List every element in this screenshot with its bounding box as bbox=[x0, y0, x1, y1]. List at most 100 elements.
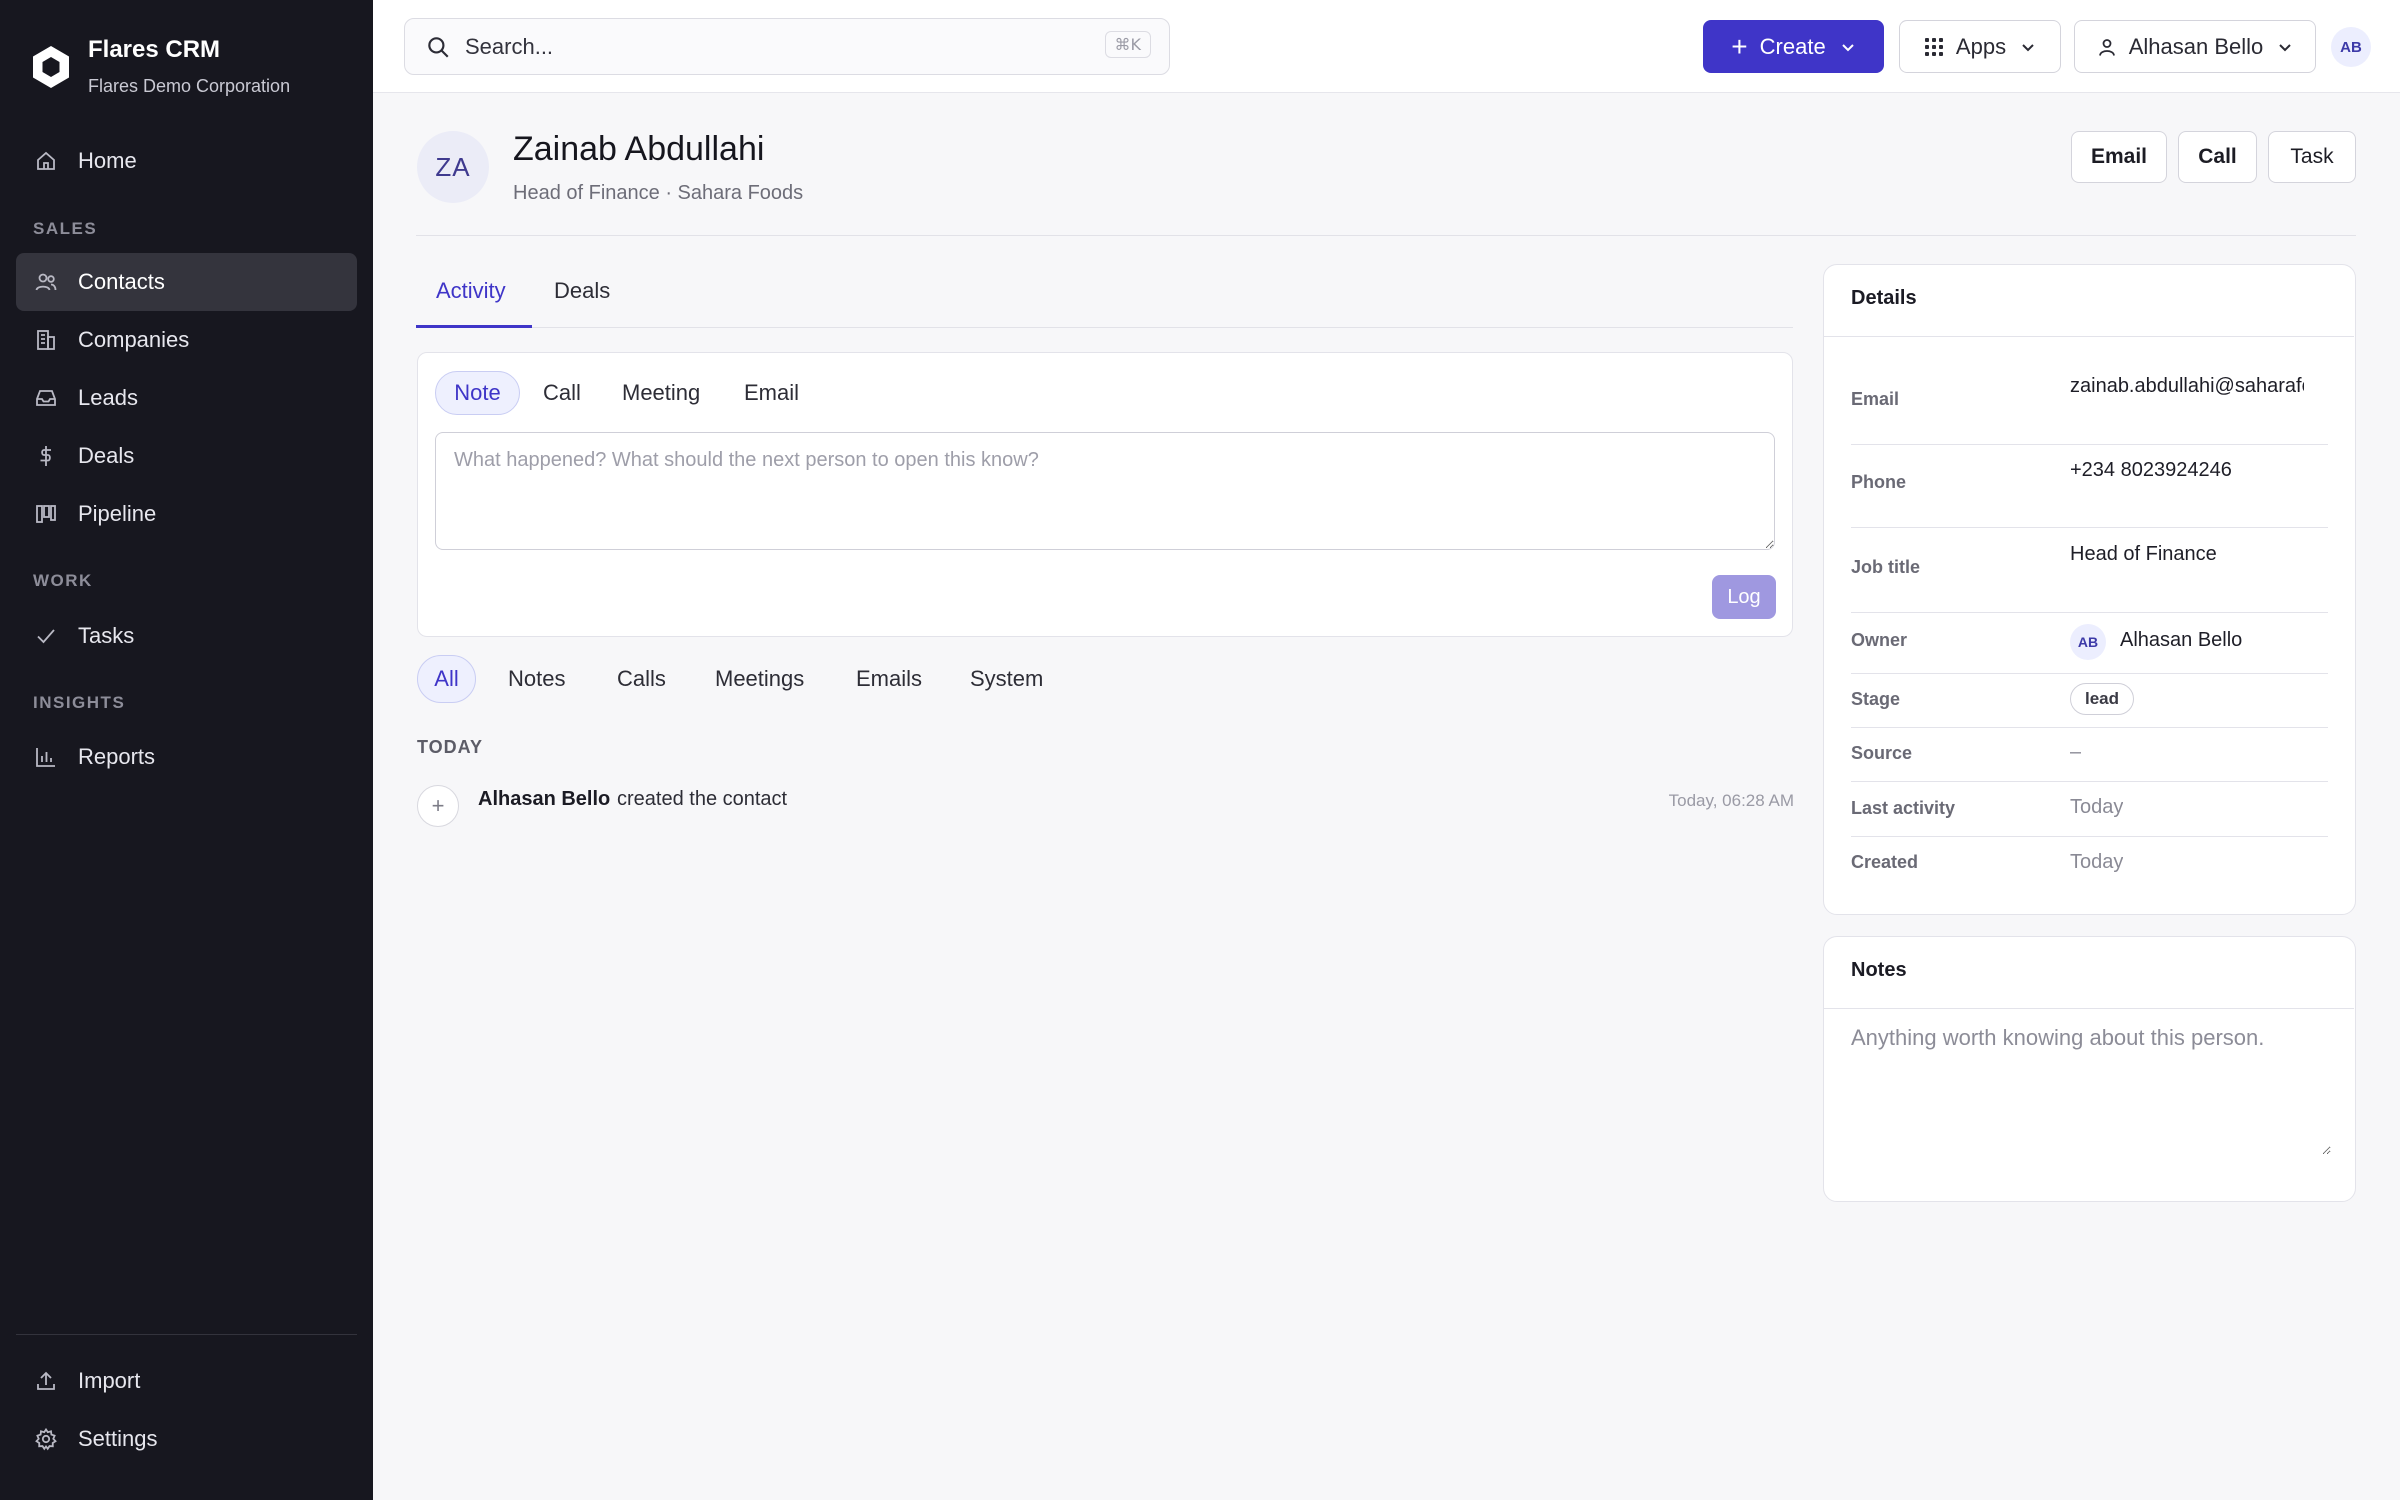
apps-button[interactable]: Apps bbox=[1899, 20, 2061, 73]
brand[interactable]: Flares CRM Flares Demo Corporation bbox=[30, 30, 290, 97]
brand-org: Flares Demo Corporation bbox=[88, 76, 291, 96]
detail-value-email[interactable]: zainab.abdullahi@saharafoods.ng bbox=[2070, 375, 2304, 398]
create-button[interactable]: + Create bbox=[1703, 20, 1884, 73]
brand-name: Flares CRM bbox=[88, 36, 221, 63]
contact-subtitle: Head of Finance · Sahara Foods bbox=[513, 182, 804, 204]
composer-type-email[interactable]: Email bbox=[744, 371, 799, 415]
activity-actor[interactable]: Alhasan Bello bbox=[478, 788, 610, 811]
filter-calls[interactable]: Calls bbox=[617, 655, 666, 703]
sidebar-item-label: Reports bbox=[78, 744, 156, 769]
chevron-down-icon bbox=[2022, 43, 2034, 51]
sidebar-item-contacts[interactable]: Contacts bbox=[16, 253, 357, 311]
active-tab-indicator bbox=[416, 325, 532, 328]
owner-avatar: AB bbox=[2070, 624, 2106, 660]
sidebar-item-settings[interactable]: Settings bbox=[16, 1410, 357, 1468]
sidebar-item-pipeline[interactable]: Pipeline bbox=[16, 485, 357, 543]
filter-emails[interactable]: Emails bbox=[856, 655, 922, 703]
sidebar-item-label: Import bbox=[78, 1368, 141, 1393]
chevron-down-icon bbox=[1841, 43, 1854, 51]
sidebar-item-label: Settings bbox=[78, 1426, 158, 1451]
composer-type-meeting[interactable]: Meeting bbox=[622, 371, 700, 415]
search-box[interactable]: ⌘K bbox=[404, 18, 1170, 75]
detail-label-last-activity: Last activity bbox=[1851, 798, 1956, 818]
dollar-icon bbox=[40, 446, 51, 466]
sidebar-item-label: Companies bbox=[78, 327, 190, 352]
detail-divider bbox=[1851, 444, 2328, 445]
header-divider bbox=[416, 235, 2356, 236]
detail-value-last-activity: Today bbox=[2070, 796, 2124, 818]
detail-divider bbox=[1851, 781, 2328, 782]
log-button[interactable]: Log bbox=[1712, 575, 1776, 619]
sidebar-item-import[interactable]: Import bbox=[16, 1352, 357, 1410]
home-icon bbox=[37, 151, 55, 170]
sidebar-item-home[interactable]: Home bbox=[16, 132, 357, 190]
sidebar-divider bbox=[16, 1334, 357, 1335]
card-divider bbox=[1824, 336, 2354, 337]
plus-icon: + bbox=[1731, 30, 1748, 62]
inbox-icon bbox=[36, 390, 56, 406]
activity-timestamp: Today, 06:28 AM bbox=[1668, 791, 1794, 810]
detail-value-phone[interactable]: +234 8023924246 bbox=[2070, 459, 2232, 482]
gear-icon bbox=[35, 1427, 57, 1451]
notes-card: Notes bbox=[1823, 936, 2356, 1202]
detail-divider bbox=[1851, 527, 2328, 528]
detail-divider bbox=[1851, 727, 2328, 728]
sidebar-item-label: Tasks bbox=[78, 623, 135, 648]
email-button[interactable]: Email bbox=[2071, 131, 2167, 183]
filter-all[interactable]: All bbox=[417, 655, 476, 703]
detail-divider bbox=[1851, 673, 2328, 674]
bar-chart-icon bbox=[36, 748, 55, 767]
task-button[interactable]: Task bbox=[2268, 131, 2356, 183]
sidebar-item-companies[interactable]: Companies bbox=[16, 311, 357, 369]
sidebar-item-deals[interactable]: Deals bbox=[16, 427, 357, 485]
filter-system[interactable]: System bbox=[970, 655, 1043, 703]
activity-note-input[interactable] bbox=[435, 432, 1775, 550]
detail-label-phone: Phone bbox=[1851, 472, 1907, 492]
card-divider bbox=[1824, 1008, 2354, 1009]
stage-badge[interactable]: lead bbox=[2070, 683, 2135, 715]
users-icon bbox=[35, 273, 57, 291]
filter-notes[interactable]: Notes bbox=[508, 655, 565, 703]
plus-icon: + bbox=[417, 785, 459, 827]
avatar[interactable]: AB bbox=[2331, 27, 2371, 67]
sidebar-item-tasks[interactable]: Tasks bbox=[16, 607, 357, 665]
create-label: Create bbox=[1759, 33, 1826, 59]
call-button[interactable]: Call bbox=[2178, 131, 2257, 183]
filter-meetings[interactable]: Meetings bbox=[715, 655, 804, 703]
user-icon bbox=[2098, 38, 2115, 56]
user-menu-label: Alhasan Bello bbox=[2128, 33, 2264, 59]
timeline-group-label: TODAY bbox=[417, 737, 484, 757]
tab-deals[interactable]: Deals bbox=[554, 278, 610, 304]
contact-avatar: ZA bbox=[417, 131, 489, 203]
sidebar-item-leads[interactable]: Leads bbox=[16, 369, 357, 427]
activity-text: created the contact bbox=[617, 788, 788, 810]
detail-value-source[interactable]: – bbox=[2070, 741, 2081, 764]
grid-icon bbox=[1924, 37, 1943, 56]
tabs-divider bbox=[416, 327, 1793, 328]
composer-type-note[interactable]: Note bbox=[435, 371, 520, 415]
nav-section-sales: SALES bbox=[33, 219, 98, 238]
detail-label-email: Email bbox=[1851, 389, 1900, 409]
detail-value-created: Today bbox=[2070, 851, 2124, 873]
detail-label-owner: Owner bbox=[1851, 630, 1908, 650]
detail-value-job-title[interactable]: Head of Finance bbox=[2070, 543, 2217, 566]
kanban-icon bbox=[36, 505, 56, 523]
building-icon bbox=[37, 330, 55, 350]
sidebar-item-reports[interactable]: Reports bbox=[16, 728, 357, 786]
user-menu-button[interactable]: Alhasan Bello bbox=[2074, 20, 2316, 73]
detail-value-owner[interactable]: Alhasan Bello bbox=[2120, 629, 2242, 652]
detail-label-job-title: Job title bbox=[1851, 557, 1921, 577]
chevron-down-icon bbox=[2279, 43, 2291, 51]
search-shortcut: ⌘K bbox=[1104, 31, 1151, 58]
hexagon-logo-icon bbox=[33, 46, 69, 88]
notes-input[interactable] bbox=[1851, 1025, 2331, 1155]
sidebar-item-label: Home bbox=[78, 148, 137, 173]
search-input[interactable] bbox=[465, 33, 1065, 60]
sidebar-item-label: Contacts bbox=[78, 269, 165, 294]
check-icon bbox=[37, 629, 55, 644]
search-icon bbox=[428, 36, 449, 58]
top-bar: ⌘K + Create Apps Alhasan Bello AB bbox=[373, 0, 2400, 93]
tab-activity[interactable]: Activity bbox=[436, 278, 506, 304]
detail-label-stage: Stage bbox=[1851, 689, 1901, 709]
composer-type-call[interactable]: Call bbox=[543, 371, 581, 415]
